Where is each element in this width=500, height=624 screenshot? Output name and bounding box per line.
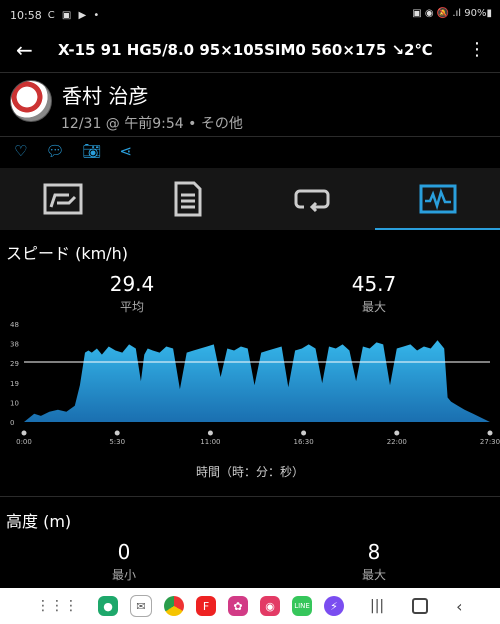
- speed-max-label: 最大: [361, 300, 386, 314]
- tab-summary[interactable]: [0, 168, 125, 230]
- x-tick-marker: [487, 430, 493, 436]
- y-tick-label: 29: [10, 360, 19, 368]
- divider: [0, 136, 500, 137]
- y-tick-label: 19: [10, 380, 19, 388]
- y-tick-label: 10: [10, 399, 19, 407]
- speed-chart: 0 10 19 29 38 48 0:00 5:30 11:00 16:30 22:00 27:30: [10, 321, 500, 446]
- speed-max-stat: 45.7 最大: [314, 272, 434, 315]
- phone-app-icon[interactable]: ●: [98, 596, 118, 616]
- status-time: 10:58: [10, 8, 42, 22]
- x-tick-label: 5:30: [109, 438, 125, 446]
- speed-section-title: スピード (km/h): [6, 244, 128, 263]
- app-bar: ← X-15 91 HG5/8.0 95×105SIM0 560×175 ↘2℃…: [0, 30, 500, 70]
- camera-app-icon[interactable]: ◉: [260, 596, 280, 616]
- chrome-app-icon[interactable]: [164, 596, 184, 616]
- x-tick-label: 27:30: [480, 438, 500, 446]
- elevation-max-stat: 8 最大: [314, 540, 434, 583]
- divider: [0, 72, 500, 73]
- activity-title: X-15 91 HG5/8.0 95×105SIM0 560×175 ↘2℃: [58, 41, 433, 59]
- chart-icon: [419, 184, 456, 214]
- elevation-min-stat: 0 最小: [64, 540, 184, 583]
- elevation-min-value: 0: [117, 540, 131, 564]
- notification-icons: C ▣ ▶ •: [47, 9, 102, 21]
- divider: [0, 496, 500, 497]
- comment-icon[interactable]: 💬︎: [45, 142, 64, 160]
- x-tick-marker: [207, 430, 213, 436]
- speed-avg-label: 平均: [119, 300, 144, 314]
- app-drawer-icon[interactable]: ⋮⋮⋮: [36, 598, 78, 614]
- back-nav-icon[interactable]: ‹: [456, 597, 462, 616]
- tab-bar: [0, 168, 500, 230]
- y-tick-label: 0: [10, 419, 14, 427]
- speed-avg-value: 29.4: [109, 272, 155, 296]
- elevation-max-value: 8: [367, 540, 381, 564]
- status-bar: 10:58 C ▣ ▶ • ▣ ◉ 🔕 .ıl 90%▮: [0, 0, 500, 30]
- tab-details[interactable]: [125, 168, 250, 230]
- system-nav-bar: ⋮⋮⋮ ● ✉ F ✿ ◉ LINE ⚡ ||| ‹: [0, 588, 500, 624]
- share-icon[interactable]: ⋖: [120, 142, 133, 160]
- x-tick-label: 0:00: [16, 438, 32, 446]
- blossom-app-icon[interactable]: ✿: [228, 596, 248, 616]
- summary-icon: [43, 183, 82, 215]
- elevation-section-title: 高度 (m): [6, 512, 72, 531]
- heart-icon[interactable]: ♡: [14, 142, 27, 160]
- elevation-max-label: 最大: [361, 568, 386, 582]
- x-tick-label: 11:00: [200, 438, 220, 446]
- x-tick-marker: [21, 430, 27, 436]
- y-tick-label: 48: [10, 321, 19, 329]
- speed-area-series: [24, 340, 490, 422]
- y-tick-label: 38: [10, 341, 19, 349]
- activity-time: 12/31 @ 午前9:54 • その他: [61, 116, 243, 132]
- home-icon[interactable]: [412, 598, 429, 614]
- line-app-icon[interactable]: LINE: [292, 596, 312, 616]
- laps-icon: [294, 189, 329, 213]
- back-arrow-icon[interactable]: ←: [16, 38, 40, 62]
- tab-laps[interactable]: [250, 168, 375, 230]
- x-axis-title: 時間（時：分：秒）: [195, 465, 304, 479]
- recent-apps-icon[interactable]: |||: [370, 598, 384, 614]
- action-row: ♡ 💬︎ 📷︎ ⋖: [14, 142, 132, 160]
- x-tick-label: 16:30: [294, 438, 314, 446]
- x-tick-marker: [301, 430, 307, 436]
- messenger-app-icon[interactable]: ⚡: [324, 596, 344, 616]
- system-status-icons: ▣ ◉ 🔕 .ıl 90%▮: [412, 8, 492, 19]
- camera-icon[interactable]: 📷︎: [83, 142, 102, 160]
- flipboard-app-icon[interactable]: F: [196, 596, 216, 616]
- x-tick-marker: [114, 430, 120, 436]
- avatar[interactable]: [10, 80, 52, 122]
- overflow-menu-icon[interactable]: ⋮: [468, 39, 486, 60]
- x-tick-marker: [394, 430, 400, 436]
- mail-app-icon[interactable]: ✉: [130, 595, 152, 617]
- elevation-min-label: 最小: [111, 568, 136, 582]
- details-icon: [174, 181, 201, 217]
- speed-max-value: 45.7: [351, 272, 397, 296]
- tab-charts[interactable]: [375, 168, 500, 230]
- x-tick-label: 22:00: [387, 438, 407, 446]
- speed-avg-stat: 29.4 平均: [72, 272, 192, 315]
